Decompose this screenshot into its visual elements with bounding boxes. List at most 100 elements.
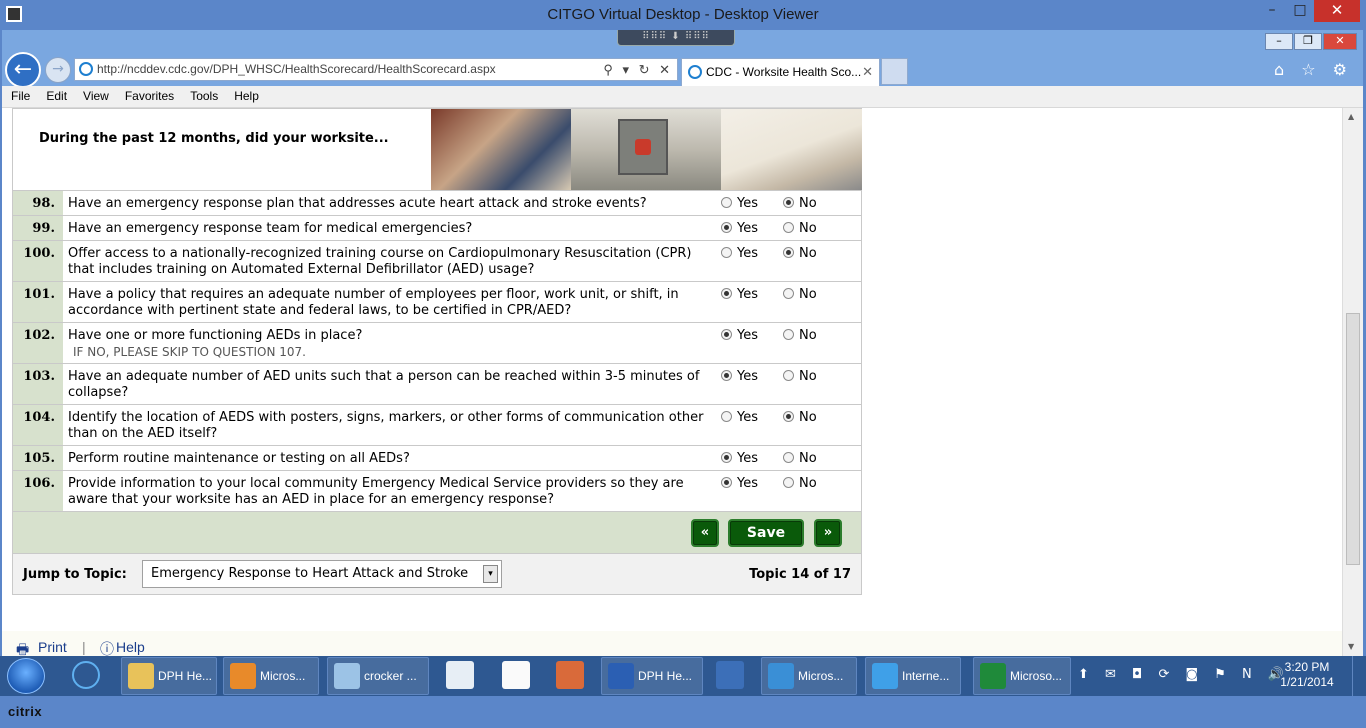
question-row: 100. Offer access to a nationally-recogni… bbox=[13, 240, 861, 282]
answer-yes-option[interactable]: Yes bbox=[721, 196, 783, 211]
visio-icon[interactable] bbox=[716, 661, 744, 689]
answer-no-option[interactable]: No bbox=[783, 410, 845, 425]
outer-close-button[interactable]: ✕ bbox=[1314, 0, 1360, 22]
menu-favorites[interactable]: Favorites bbox=[115, 86, 180, 103]
jump-to-topic-select[interactable]: Emergency Response to Heart Attack and S… bbox=[142, 560, 502, 588]
address-tools-icons[interactable]: ⚲ ▾ ↻ ✕ bbox=[603, 59, 673, 80]
system-tray-icons[interactable]: ⬆ ✉ ◘ ⟳ ◙ ⚑ N 🔊 bbox=[1078, 667, 1290, 682]
question-cell: Perform routine maintenance or testing o… bbox=[63, 445, 721, 471]
previous-topic-button[interactable]: « bbox=[691, 519, 719, 547]
page-scrollbar[interactable]: ▲ ▼ bbox=[1342, 108, 1363, 656]
no-radio[interactable] bbox=[783, 411, 794, 422]
answer-no-option[interactable]: No bbox=[783, 221, 845, 236]
menu-edit[interactable]: Edit bbox=[36, 86, 73, 103]
no-radio[interactable] bbox=[783, 247, 794, 258]
taskbar-item[interactable]: Interne... bbox=[865, 657, 961, 695]
answer-yes-option[interactable]: Yes bbox=[721, 369, 783, 384]
ie-tab-icon bbox=[688, 65, 702, 79]
no-radio[interactable] bbox=[783, 329, 794, 340]
menu-help[interactable]: Help bbox=[224, 86, 265, 103]
show-desktop-button[interactable] bbox=[1352, 656, 1366, 696]
taskbar-item[interactable]: Micros... bbox=[223, 657, 319, 695]
aed-cabinet-photo bbox=[571, 109, 721, 190]
answer-no-option[interactable]: No bbox=[783, 328, 845, 343]
new-tab-button[interactable] bbox=[881, 58, 908, 85]
next-topic-button[interactable]: » bbox=[814, 519, 842, 547]
back-button[interactable]: ← bbox=[5, 52, 41, 88]
menu-tools[interactable]: Tools bbox=[180, 86, 224, 103]
answer-yes-option[interactable]: Yes bbox=[721, 221, 783, 236]
yes-radio[interactable] bbox=[721, 411, 732, 422]
yes-radio[interactable] bbox=[721, 288, 732, 299]
browser-tab[interactable]: CDC - Worksite Health Sco... ✕ bbox=[681, 58, 880, 86]
outer-minimize-button[interactable]: – bbox=[1258, 0, 1286, 22]
answer-no-option[interactable]: No bbox=[783, 196, 845, 211]
answer-no-option[interactable]: No bbox=[783, 287, 845, 302]
question-text: Provide information to your local commun… bbox=[68, 476, 684, 507]
no-radio[interactable] bbox=[783, 222, 794, 233]
answer-yes-option[interactable]: Yes bbox=[721, 287, 783, 302]
scroll-down-icon[interactable]: ▼ bbox=[1348, 642, 1354, 651]
clock[interactable]: 3:20 PM 1/21/2014 bbox=[1272, 660, 1342, 690]
question-number: 101. bbox=[13, 281, 63, 323]
chevron-down-icon[interactable]: ▾ bbox=[483, 565, 498, 583]
address-bar[interactable]: http://ncddev.cdc.gov/DPH_WHSC/HealthSco… bbox=[74, 58, 678, 81]
answer-yes-option[interactable]: Yes bbox=[721, 410, 783, 425]
calculator-icon[interactable] bbox=[446, 661, 474, 689]
print-link[interactable]: Print bbox=[38, 639, 67, 655]
taskbar-item[interactable]: DPH He... bbox=[601, 657, 703, 695]
no-radio[interactable] bbox=[783, 370, 794, 381]
start-button[interactable] bbox=[7, 658, 45, 694]
menu-file[interactable]: File bbox=[2, 86, 36, 103]
answer-yes-option[interactable]: Yes bbox=[721, 451, 783, 466]
answer-yes-option[interactable]: Yes bbox=[721, 328, 783, 343]
question-cell: Have an emergency response plan that add… bbox=[63, 190, 721, 216]
answer-yes-option[interactable]: Yes bbox=[721, 476, 783, 491]
scroll-thumb[interactable] bbox=[1346, 313, 1360, 565]
no-radio[interactable] bbox=[783, 288, 794, 299]
answer-cell: Yes No bbox=[721, 404, 861, 446]
banner-text: During the past 12 months, did your work… bbox=[39, 131, 389, 146]
answer-cell: Yes No bbox=[721, 215, 861, 241]
no-radio[interactable] bbox=[783, 197, 794, 208]
yes-label: Yes bbox=[737, 287, 758, 302]
taskbar-item[interactable]: DPH He... bbox=[121, 657, 217, 695]
browser-minimize-button[interactable]: – bbox=[1265, 33, 1293, 50]
answer-no-option[interactable]: No bbox=[783, 369, 845, 384]
blank-document-icon[interactable] bbox=[502, 661, 530, 689]
yes-radio[interactable] bbox=[721, 477, 732, 488]
yes-label: Yes bbox=[737, 196, 758, 211]
taskbar-item[interactable]: Microso... bbox=[973, 657, 1071, 695]
yes-radio[interactable] bbox=[721, 197, 732, 208]
ie-pinned-icon[interactable] bbox=[72, 661, 100, 689]
no-radio[interactable] bbox=[783, 452, 794, 463]
home-favorites-settings-icons[interactable]: ⌂ ☆ ⚙ bbox=[1274, 60, 1353, 79]
tab-close-icon[interactable]: ✕ bbox=[862, 59, 873, 85]
menu-view[interactable]: View bbox=[73, 86, 115, 103]
save-button[interactable]: Save bbox=[728, 519, 804, 547]
answer-no-option[interactable]: No bbox=[783, 451, 845, 466]
forward-button[interactable]: → bbox=[45, 57, 71, 83]
scroll-up-icon[interactable]: ▲ bbox=[1348, 112, 1354, 121]
taskbar-item-label: Microso... bbox=[1010, 669, 1063, 683]
answer-no-option[interactable]: No bbox=[783, 476, 845, 491]
help-link[interactable]: Help bbox=[116, 639, 145, 655]
browser-restore-button[interactable]: ❐ bbox=[1294, 33, 1322, 50]
taskbar-item[interactable]: crocker ... bbox=[327, 657, 429, 695]
no-label: No bbox=[799, 328, 817, 343]
yes-radio[interactable] bbox=[721, 370, 732, 381]
browser-close-button[interactable]: ✕ bbox=[1323, 33, 1357, 50]
answer-no-option[interactable]: No bbox=[783, 246, 845, 261]
outer-maximize-button[interactable]: □ bbox=[1286, 0, 1314, 22]
yes-radio[interactable] bbox=[721, 452, 732, 463]
yes-radio[interactable] bbox=[721, 247, 732, 258]
answer-yes-option[interactable]: Yes bbox=[721, 246, 783, 261]
paint-icon[interactable] bbox=[556, 661, 584, 689]
citrix-toolbar-handle[interactable]: ⠿⠿⠿ ⬇ ⠿⠿⠿ bbox=[617, 30, 735, 46]
no-radio[interactable] bbox=[783, 477, 794, 488]
answer-cell: Yes No bbox=[721, 240, 861, 282]
yes-radio[interactable] bbox=[721, 329, 732, 340]
question-text: Have an adequate number of AED units suc… bbox=[68, 369, 700, 400]
yes-radio[interactable] bbox=[721, 222, 732, 233]
taskbar-item[interactable]: Micros... bbox=[761, 657, 857, 695]
